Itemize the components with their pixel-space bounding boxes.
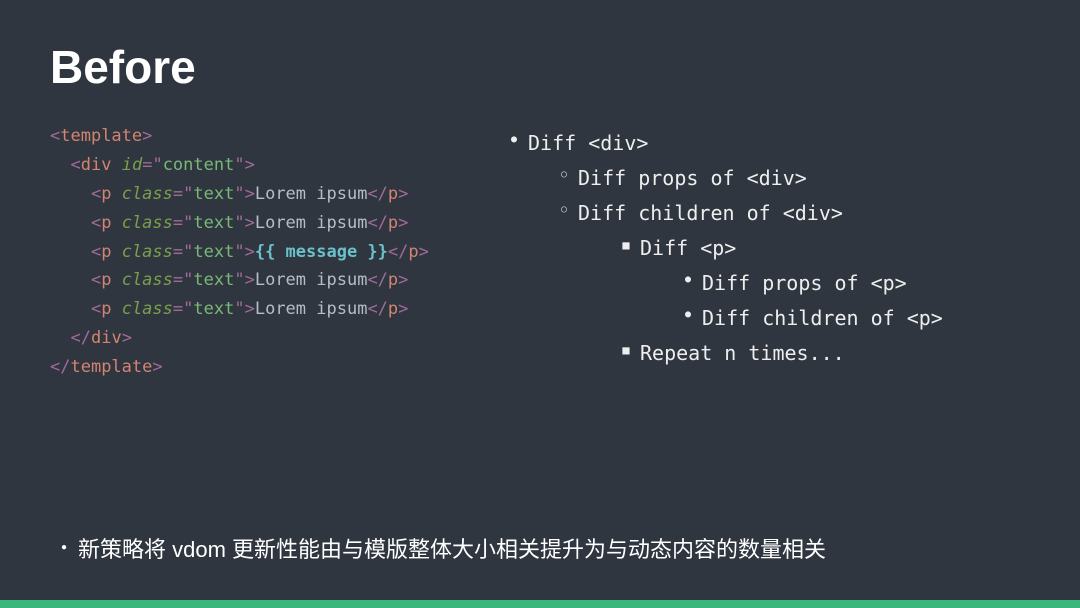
footer-bullet: ● 新策略将 vdom 更新性能由与模版整体大小相关提升为与动态内容的数量相关 <box>50 532 826 564</box>
bullet-disc-icon: ● <box>500 126 528 154</box>
bullet-circle-icon: ○ <box>550 161 578 189</box>
slide: Before <template> <div id="content"> <p … <box>0 0 1080 608</box>
footer-text: 新策略将 vdom 更新性能由与模版整体大小相关提升为与动态内容的数量相关 <box>78 532 826 564</box>
accent-bar <box>0 600 1080 608</box>
bullet-disc-icon: ● <box>50 537 78 559</box>
bullet-square-icon: ■ <box>612 336 640 364</box>
list-item: ■ Diff <p> ● Diff props of <p> <box>612 231 1030 336</box>
bullet-square-icon: ■ <box>612 231 640 259</box>
diff-outline: ● Diff <div> ○ Diff props of <div> ○ <box>500 122 1030 382</box>
code-pre: <template> <div id="content"> <p class="… <box>50 122 480 382</box>
list-item: ○ Diff children of <div> ■ Diff <p> <box>550 196 1030 371</box>
list-item: ● Diff <div> ○ Diff props of <div> ○ <box>500 126 1030 371</box>
slide-title: Before <box>50 40 1030 94</box>
bullet-disc-icon: ● <box>674 266 702 294</box>
bullet-circle-icon: ○ <box>550 196 578 224</box>
list-item: ○ Diff props of <div> <box>550 161 1030 196</box>
bullet-l2b: Diff children of <div> <box>578 201 843 225</box>
bullet-l3b: Repeat n times... <box>640 336 1030 371</box>
bullet-l2a: Diff props of <div> <box>578 161 1030 196</box>
code-block: <template> <div id="content"> <p class="… <box>50 122 480 382</box>
list-item: ● Diff props of <p> <box>674 266 1030 301</box>
bullet-l4a: Diff props of <p> <box>702 266 1030 301</box>
bullet-l1: Diff <div> <box>528 131 648 155</box>
content-columns: <template> <div id="content"> <p class="… <box>50 122 1030 382</box>
bullet-l3a: Diff <p> <box>640 236 736 260</box>
bullet-l4b: Diff children of <p> <box>702 301 1030 336</box>
bullet-disc-icon: ● <box>674 301 702 329</box>
list-item: ● Diff children of <p> <box>674 301 1030 336</box>
list-item: ■ Repeat n times... <box>612 336 1030 371</box>
